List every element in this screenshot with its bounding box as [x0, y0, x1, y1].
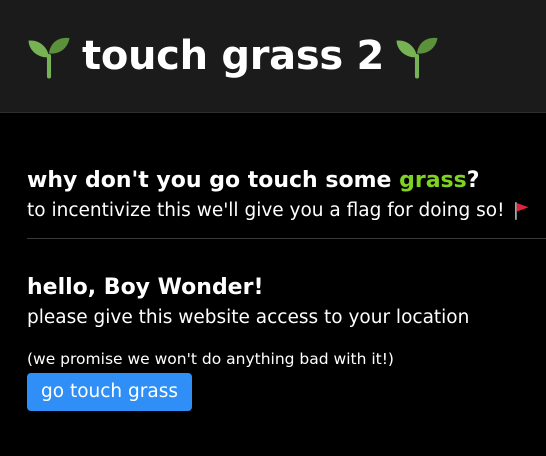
site-header: touch grass 2 [0, 0, 546, 113]
main-content: why don't you go touch some grass? to in… [0, 113, 546, 411]
red-flag-icon [514, 202, 528, 220]
promise-text: (we promise we won't do anything bad wit… [27, 350, 394, 368]
site-title-text: touch grass 2 [82, 33, 385, 79]
seedling-icon [28, 37, 70, 79]
pitch-section: why don't you go touch some grass? to in… [27, 113, 546, 239]
greeting-heading: hello, Boy Wonder! [27, 275, 264, 300]
go-touch-grass-button[interactable]: go touch grass [27, 373, 192, 411]
seedling-icon [396, 37, 438, 79]
pitch-heading-start: why don't you go touch some [27, 168, 400, 193]
pitch-text: to incentivize this we'll give you a fla… [27, 198, 546, 224]
site-title: touch grass 2 [26, 33, 440, 79]
grass-highlight: grass [399, 168, 467, 193]
pitch-text-label: to incentivize this we'll give you a fla… [27, 200, 505, 221]
location-section: hello, Boy Wonder! please give this webs… [27, 239, 546, 411]
location-request-text: please give this website access to your … [27, 307, 470, 328]
pitch-heading-end: ? [466, 168, 480, 193]
pitch-heading: why don't you go touch some grass? [27, 166, 546, 196]
